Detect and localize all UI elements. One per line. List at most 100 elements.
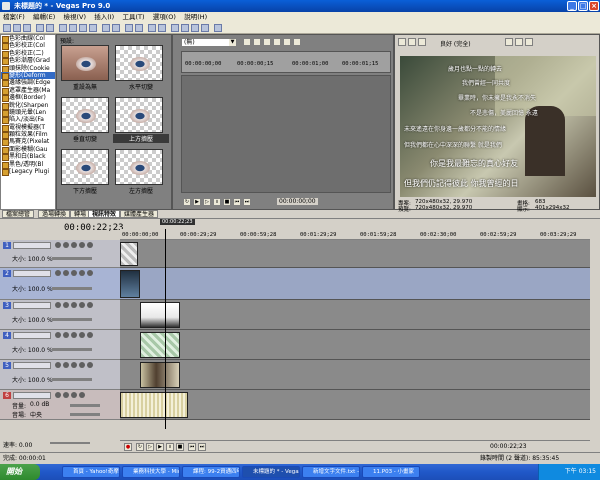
track-clip[interactable] (140, 362, 180, 388)
track-name-field[interactable] (13, 302, 51, 309)
fx-item[interactable]: 馬賽克(Pixelat (1, 138, 55, 147)
motion-icon[interactable] (79, 302, 85, 308)
fx-icon[interactable] (71, 332, 77, 338)
solo-icon[interactable] (63, 270, 69, 276)
trimmer-dropdown[interactable]: (無) ▼ (181, 38, 237, 47)
play-from-start-icon[interactable]: ▷ (203, 198, 211, 206)
composite-icon[interactable] (87, 362, 93, 368)
taskbar-item[interactable]: 課程: 99-2資通四甲... (182, 466, 240, 478)
copy-snapshot-icon[interactable] (515, 38, 523, 46)
trimmer-tool-icon[interactable] (263, 38, 271, 46)
tab-transitions[interactable]: 過場轉換 (38, 210, 71, 218)
motion-icon[interactable] (79, 270, 85, 276)
go-to-end-icon[interactable]: ⏭ (198, 443, 206, 451)
solo-icon[interactable] (71, 392, 77, 398)
undo-icon[interactable] (102, 24, 110, 32)
fx-item[interactable]: 頭抹除(Cookie (1, 65, 55, 74)
snap-icon[interactable] (125, 24, 133, 32)
stop-icon[interactable]: ■ (176, 443, 184, 451)
normal-edit-tool-icon[interactable] (171, 24, 179, 32)
motion-icon[interactable] (79, 332, 85, 338)
minimize-button[interactable]: _ (567, 1, 577, 11)
taskbar-item[interactable]: 新增文字文件.txt -... (302, 466, 360, 478)
envelope-edit-tool-icon[interactable] (181, 24, 189, 32)
help-icon[interactable] (214, 24, 222, 32)
menu-tools[interactable]: 工具(T) (119, 12, 147, 22)
split-screen-icon[interactable] (418, 38, 426, 46)
record-icon[interactable]: ● (124, 443, 132, 451)
menu-insert[interactable]: 插入(I) (91, 12, 117, 22)
track-clip[interactable] (140, 302, 180, 328)
trimmer-tool-icon[interactable] (253, 38, 261, 46)
timeline-ruler[interactable]: 00:00:00;00 00:00:29;29 00:00:59;28 00:0… (120, 229, 590, 240)
motion-icon[interactable] (79, 242, 85, 248)
zoom-tool-icon[interactable] (201, 24, 209, 32)
fx-item[interactable]: 色彩校正(Col (1, 42, 55, 51)
track-header-2[interactable]: 2 大小: 100.0 % (0, 268, 120, 300)
play-from-start-icon[interactable]: ▷ (146, 443, 154, 451)
delete-icon[interactable] (89, 24, 97, 32)
track-name-field[interactable] (13, 332, 51, 339)
mute-icon[interactable] (55, 270, 61, 276)
loop-icon[interactable]: ↻ (183, 198, 191, 206)
track-name-field[interactable] (13, 270, 51, 277)
mute-icon[interactable] (55, 362, 61, 368)
track-header-1[interactable]: 1 大小: 100.0 % (0, 240, 120, 268)
fx-item[interactable]: 邊框(Border) (1, 94, 55, 103)
track-level-slider[interactable] (52, 348, 92, 351)
redo-icon[interactable] (112, 24, 120, 32)
selection-tool-icon[interactable] (191, 24, 199, 32)
fx-item[interactable]: 黑色/透明(Bl (1, 161, 55, 170)
fx-icon[interactable] (71, 302, 77, 308)
loop-icon[interactable]: ↻ (136, 443, 144, 451)
playhead[interactable] (165, 229, 166, 429)
taskbar-item-active[interactable]: 未標題的 * - Vegas (242, 466, 300, 478)
track-lane-5[interactable] (120, 360, 590, 390)
preset-thumb-bottom-squeeze[interactable] (61, 149, 109, 185)
tab-transitions-2[interactable]: 轉場 (70, 210, 91, 218)
trimmer-tool-icon[interactable] (283, 38, 291, 46)
solo-icon[interactable] (63, 242, 69, 248)
play-icon[interactable]: ▶ (193, 198, 201, 206)
trimmer-tool-icon[interactable] (273, 38, 281, 46)
rate-slider[interactable] (50, 442, 90, 444)
volume-slider[interactable] (70, 404, 100, 407)
render-icon[interactable] (36, 24, 44, 32)
lock-envelopes-icon[interactable] (148, 24, 156, 32)
fx-item[interactable]: 銳化(Sharpen (1, 102, 55, 110)
preset-thumb-top-squeeze[interactable] (115, 97, 163, 133)
track-name-field[interactable] (13, 392, 51, 399)
cursor-marker[interactable]: 00:00:22;23 (160, 219, 195, 225)
preview-properties-icon[interactable] (398, 38, 406, 46)
solo-icon[interactable] (63, 332, 69, 338)
fx-icon[interactable] (71, 270, 77, 276)
track-level-slider[interactable] (52, 318, 92, 321)
arm-record-icon[interactable] (55, 392, 61, 398)
track-level-slider[interactable] (52, 257, 92, 260)
preset-thumb-horizontal-shear[interactable] (115, 45, 163, 81)
external-monitor-icon[interactable] (408, 38, 416, 46)
track-lane-6-audio[interactable] (120, 390, 590, 420)
fx-item[interactable]: 邊緣強調(Edge (1, 79, 55, 88)
mute-icon[interactable] (55, 332, 61, 338)
track-lane-2[interactable] (120, 268, 590, 300)
track-lane-1[interactable] (120, 240, 590, 268)
menu-file[interactable]: 檔案(F) (0, 12, 28, 22)
start-button[interactable]: 開始 (0, 464, 40, 480)
track-clip[interactable] (120, 270, 140, 298)
menu-edit[interactable]: 編輯(E) (30, 12, 58, 22)
composite-icon[interactable] (87, 302, 93, 308)
auto-ripple-icon[interactable] (135, 24, 143, 32)
fx-icon[interactable] (71, 242, 77, 248)
trimmer-tool-icon[interactable] (293, 38, 301, 46)
properties-icon[interactable] (46, 24, 54, 32)
go-to-start-icon[interactable]: ⏮ (233, 198, 241, 206)
track-level-slider[interactable] (52, 287, 92, 290)
fx-icon[interactable] (79, 392, 85, 398)
composite-icon[interactable] (87, 270, 93, 276)
preset-thumb-left-squeeze[interactable] (115, 149, 163, 185)
taskbar-item[interactable]: 業務科技大學 - Mic... (122, 466, 180, 478)
audio-clip[interactable] (120, 392, 188, 418)
stop-icon[interactable]: ■ (223, 198, 231, 206)
tab-media-generators[interactable]: 媒體產生器 (120, 210, 159, 218)
